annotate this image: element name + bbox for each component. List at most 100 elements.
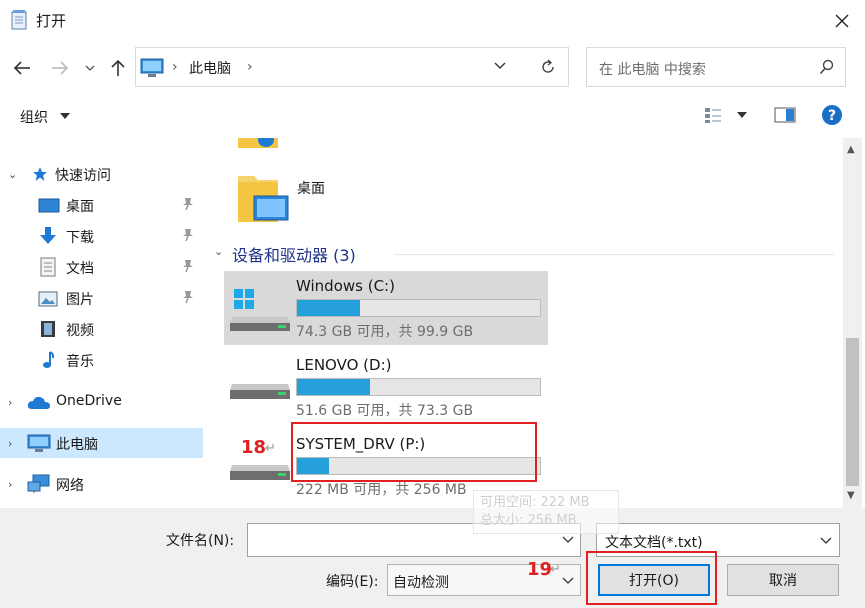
breadcrumb-this-pc[interactable]: 此电脑 xyxy=(189,58,231,78)
drive-usage-bar xyxy=(296,299,541,317)
chevron-right-icon[interactable]: › xyxy=(8,437,12,450)
scrollbar-thumb[interactable] xyxy=(846,338,859,486)
windows-drive-icon xyxy=(230,289,290,331)
chevron-down-icon[interactable]: ⌄ xyxy=(214,245,223,258)
caret-down-icon[interactable] xyxy=(60,113,70,119)
svg-text:?: ? xyxy=(828,108,836,124)
annotation-highlight-open-button xyxy=(586,551,717,605)
navigation-pane: ⌄ 快速访问 桌面 下载 文档 图片 视频 音乐 › OneDrive › 此电… xyxy=(0,138,203,508)
sidebar-item-this-pc[interactable]: › 此电脑 xyxy=(0,428,203,458)
tooltip-total-size: 总大小: 256 MB xyxy=(480,513,577,528)
command-bar: 组织 ? xyxy=(0,97,865,137)
vertical-scrollbar[interactable]: ▲ ▼ xyxy=(843,138,862,508)
organize-menu[interactable]: 组织 xyxy=(20,107,48,127)
sidebar-item-videos[interactable]: 视频 xyxy=(0,314,203,344)
sidebar-item-label: 图片 xyxy=(66,292,94,308)
annotation-number: 19 xyxy=(527,559,553,580)
sidebar-item-quick-access[interactable]: ⌄ 快速访问 xyxy=(0,159,203,189)
chevron-right-icon[interactable]: › xyxy=(8,396,12,409)
arrow-right-icon xyxy=(52,61,69,75)
drive-free-space: 51.6 GB 可用，共 73.3 GB xyxy=(296,403,474,419)
chevron-down-icon[interactable] xyxy=(493,59,507,73)
back-button[interactable] xyxy=(8,54,36,82)
desktop-folder[interactable] xyxy=(238,172,298,228)
cloud-icon xyxy=(27,396,50,409)
sidebar-item-label: 音乐 xyxy=(66,354,94,370)
drive-tooltip: 可用空间: 222 MB 总大小: 256 MB xyxy=(473,490,619,534)
sidebar-item-pictures[interactable]: 图片 xyxy=(0,283,203,313)
breadcrumb-separator[interactable]: › xyxy=(247,59,253,75)
sidebar-item-network[interactable]: › 网络 xyxy=(0,469,203,499)
arrow-up-icon xyxy=(111,59,125,76)
address-bar[interactable]: › 此电脑 › xyxy=(135,47,569,87)
chevron-down-icon xyxy=(85,65,95,71)
chevron-right-icon[interactable]: › xyxy=(8,478,12,491)
annotation-return-mark: ↵ xyxy=(550,562,561,577)
pin-icon xyxy=(183,260,193,273)
picture-icon xyxy=(38,291,58,307)
drive-c[interactable]: Windows (C:) 74.3 GB 可用，共 99.9 GB xyxy=(224,271,548,345)
notepad-icon xyxy=(11,10,27,30)
pin-icon xyxy=(183,198,193,211)
up-button[interactable] xyxy=(104,54,132,82)
sidebar-item-onedrive[interactable]: › OneDrive xyxy=(0,387,203,417)
drive-free-space: 74.3 GB 可用，共 99.9 GB xyxy=(296,324,474,340)
sidebar-item-label: 文档 xyxy=(66,261,94,277)
computer-icon xyxy=(140,58,164,77)
drive-free-space: 222 MB 可用，共 256 MB xyxy=(296,482,467,498)
desktop-folder-icon xyxy=(238,176,289,222)
view-options-icon[interactable] xyxy=(703,105,723,125)
sidebar-item-label: 下载 xyxy=(66,230,94,246)
refresh-button[interactable] xyxy=(527,47,569,87)
sidebar-item-music[interactable]: 音乐 xyxy=(0,345,203,375)
recent-locations-button[interactable] xyxy=(80,54,100,82)
close-icon xyxy=(835,14,849,28)
sidebar-item-desktop[interactable]: 桌面 xyxy=(0,190,203,220)
bottom-panel: 文件名(N): 文本文档(*.txt) 编码(E): 自动检测 打开(O) 取消 xyxy=(0,508,865,608)
sidebar-item-label: 快速访问 xyxy=(55,168,111,184)
annotation-highlight-drive-p xyxy=(291,422,537,482)
preview-pane-icon[interactable] xyxy=(774,105,796,125)
sidebar-item-label: 视频 xyxy=(66,323,94,339)
chevron-down-icon[interactable]: ⌄ xyxy=(8,168,17,181)
drive-name: LENOVO (D:) xyxy=(296,356,392,374)
drive-usage-fill xyxy=(297,379,370,395)
annotation-number: 18 xyxy=(241,437,267,458)
drive-d[interactable]: LENOVO (D:) 51.6 GB 可用，共 73.3 GB xyxy=(224,350,548,424)
computer-icon xyxy=(27,434,51,452)
sidebar-item-label: 此电脑 xyxy=(56,437,98,453)
film-icon xyxy=(41,321,55,337)
search-icon xyxy=(819,59,834,75)
forward-button[interactable] xyxy=(46,54,74,82)
search-input[interactable]: 在 此电脑 中搜索 xyxy=(586,47,846,87)
scroll-down-icon[interactable]: ▼ xyxy=(847,490,855,501)
group-header[interactable]: 设备和驱动器 (3) xyxy=(232,242,356,266)
chevron-down-icon xyxy=(820,537,832,544)
document-icon xyxy=(40,257,56,277)
close-button[interactable] xyxy=(819,0,865,42)
sidebar-item-label: 桌面 xyxy=(66,199,94,215)
help-icon[interactable]: ? xyxy=(821,104,843,126)
title-bar: 打开 xyxy=(0,0,865,42)
refresh-icon xyxy=(541,59,554,73)
drive-name: Windows (C:) xyxy=(296,277,395,295)
star-icon xyxy=(33,167,47,181)
annotation-return-mark: ↵ xyxy=(265,441,276,456)
chevron-down-icon[interactable] xyxy=(562,534,574,544)
sidebar-item-documents[interactable]: 文档 xyxy=(0,252,203,282)
tooltip-free-space: 可用空间: 222 MB xyxy=(480,495,590,510)
breadcrumb-separator: › xyxy=(172,59,178,75)
sidebar-item-downloads[interactable]: 下载 xyxy=(0,221,203,251)
scroll-up-icon[interactable]: ▲ xyxy=(847,144,855,155)
window-title: 打开 xyxy=(36,12,67,30)
desktop-icon xyxy=(38,198,60,213)
folder-partial-icon xyxy=(238,138,278,148)
encoding-value: 自动检测 xyxy=(393,575,449,591)
sidebar-item-label: 网络 xyxy=(56,478,84,494)
cancel-button[interactable]: 取消 xyxy=(727,564,839,596)
caret-down-icon[interactable] xyxy=(737,111,747,119)
encoding-label: 编码(E): xyxy=(326,574,379,590)
search-placeholder: 在 此电脑 中搜索 xyxy=(599,62,706,78)
pin-icon xyxy=(183,229,193,242)
group-divider xyxy=(394,254,834,255)
